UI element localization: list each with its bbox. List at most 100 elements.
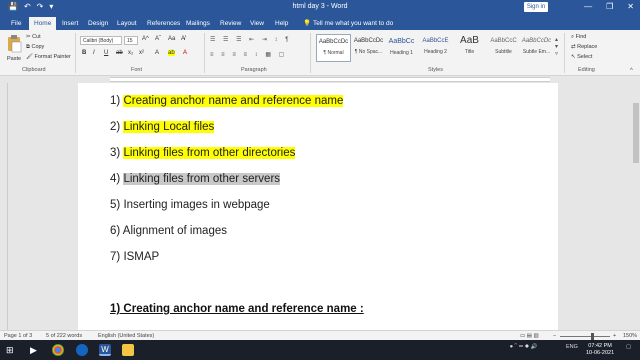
- list-buttons[interactable]: ☰ ☰ ☰ ⇤ ⇥ ↕ ¶: [210, 36, 291, 43]
- text-effects-icon[interactable]: A: [155, 50, 159, 56]
- change-case-icon[interactable]: Aa: [168, 36, 175, 42]
- style-sample: AaBbCcE: [422, 38, 449, 44]
- shrink-font-icon[interactable]: Aˇ: [155, 36, 161, 42]
- tab-file[interactable]: File: [6, 17, 26, 30]
- clock[interactable]: 07:42 PM 10-06-2021: [586, 343, 614, 357]
- styles-scroll-icon[interactable]: ▴ ▾ ▿: [555, 36, 558, 57]
- tell-me-search[interactable]: Tell me what you want to do: [308, 17, 398, 30]
- item-number: 5): [110, 199, 121, 211]
- notifications-icon[interactable]: ▢: [626, 344, 631, 350]
- list-item[interactable]: 4) Linking files from other servers: [110, 173, 281, 185]
- scrollbar-thumb[interactable]: [633, 103, 639, 163]
- file-explorer-icon[interactable]: [122, 344, 134, 356]
- tab-insert[interactable]: Insert: [57, 17, 83, 30]
- editing-group-label: Editing: [578, 67, 595, 73]
- zoom-level[interactable]: 150%: [623, 333, 637, 339]
- section-heading[interactable]: 1) Creating anchor name and reference na…: [110, 303, 364, 315]
- list-item[interactable]: 3) Linking files from other directories: [110, 147, 296, 159]
- format-painter-button[interactable]: 🖌 Format Painter: [26, 54, 71, 60]
- read-mode-icon[interactable]: ▭ ▤ ▥: [520, 333, 539, 339]
- paste-button[interactable]: [6, 34, 22, 56]
- list-item[interactable]: 7) ISMAP: [110, 251, 159, 263]
- find-button[interactable]: ⌕ Find: [571, 34, 586, 41]
- windows-start-icon[interactable]: ⊞: [6, 344, 18, 356]
- document-page[interactable]: 1) Creating anchor name and reference na…: [78, 83, 558, 330]
- edge-icon[interactable]: [76, 344, 88, 356]
- strikethrough-button[interactable]: ab: [116, 50, 123, 56]
- bold-button[interactable]: B: [82, 50, 86, 56]
- collapse-ribbon-icon[interactable]: ^: [630, 68, 633, 74]
- word-icon[interactable]: W: [99, 344, 111, 356]
- language-status[interactable]: English (United States): [98, 333, 154, 339]
- taskbar: ⊞ ▶ W ⏺ ⌃ ▭ ◆ 🔊 ENG 07:42 PM 10-06-2021 …: [0, 340, 640, 360]
- tab-design[interactable]: Design: [83, 17, 113, 30]
- brush-icon: 🖌: [26, 54, 35, 60]
- highlight-color-icon[interactable]: ab: [168, 50, 175, 56]
- separator: [75, 33, 76, 73]
- list-item[interactable]: 2) Linking Local files: [110, 121, 215, 133]
- media-player-icon[interactable]: ▶: [30, 344, 42, 356]
- tab-mailings[interactable]: Mailings: [181, 17, 215, 30]
- signin-button[interactable]: Sign in: [524, 2, 548, 12]
- word-count[interactable]: 5 of 222 words: [46, 333, 82, 339]
- style-no-spacing[interactable]: AaBbCcDc ¶ No Spac...: [351, 34, 386, 62]
- separator: [204, 33, 205, 73]
- tab-references[interactable]: References: [142, 17, 185, 30]
- style-title[interactable]: AaB Title: [452, 34, 487, 62]
- restore-button[interactable]: ❐: [606, 2, 613, 11]
- replace-button[interactable]: ⇄ Replace: [571, 44, 597, 50]
- copy-button[interactable]: ⧉ Copy: [26, 44, 44, 51]
- italic-button[interactable]: I: [93, 50, 95, 56]
- minimize-button[interactable]: —: [584, 2, 592, 11]
- subscript-button[interactable]: x₂: [128, 50, 133, 56]
- style-heading-1[interactable]: AaBbCc Heading 1: [384, 34, 419, 62]
- paragraph-group-label: Paragraph: [241, 67, 267, 73]
- font-name-select[interactable]: Calibri (Body): [80, 36, 122, 45]
- item-number: 2): [110, 121, 121, 133]
- title-bar: 💾 ↶ ↷ ▾ html day 3 - Word Sign in — ❐ ✕: [0, 0, 640, 15]
- tab-review[interactable]: Review: [215, 17, 246, 30]
- cut-button[interactable]: ✂ Cut: [26, 34, 41, 40]
- close-button[interactable]: ✕: [627, 2, 634, 11]
- grow-font-icon[interactable]: A^: [142, 36, 149, 42]
- ribbon: Paste ✂ Cut ⧉ Copy 🖌 Format Painter Clip…: [0, 30, 640, 76]
- font-size-select[interactable]: 15: [124, 36, 138, 45]
- zoom-slider[interactable]: [560, 336, 610, 337]
- style-subtle-emphasis[interactable]: AaBbCcDc Subtle Em...: [519, 34, 554, 62]
- list-item[interactable]: 5) Inserting images in webpage: [110, 199, 270, 211]
- chrome-icon[interactable]: [52, 344, 64, 356]
- style-heading-2[interactable]: AaBbCcE Heading 2: [418, 34, 453, 62]
- underline-button[interactable]: U: [104, 50, 108, 56]
- clear-format-icon[interactable]: A̸: [181, 36, 185, 42]
- superscript-button[interactable]: x²: [139, 50, 144, 56]
- font-color-icon[interactable]: A: [183, 50, 187, 56]
- select-button[interactable]: ↖ Select: [571, 54, 592, 60]
- tab-help[interactable]: Help: [270, 17, 293, 30]
- zoom-out-button[interactable]: −: [553, 333, 556, 339]
- vertical-scrollbar[interactable]: [632, 83, 640, 330]
- zoom-in-button[interactable]: +: [613, 333, 616, 339]
- select-label: Select: [577, 54, 593, 60]
- style-subtitle[interactable]: AaBbCcC Subtitle: [486, 34, 521, 62]
- tab-home[interactable]: Home: [29, 17, 57, 30]
- list-item[interactable]: 1) Creating anchor name and reference na…: [110, 95, 344, 107]
- time: 07:42 PM: [588, 343, 612, 349]
- format-painter-label: Format Painter: [34, 54, 71, 60]
- status-bar: Page 1 of 3 5 of 222 words English (Unit…: [0, 330, 640, 340]
- style-normal[interactable]: AaBbCcDc ¶ Normal: [316, 34, 351, 62]
- paste-label[interactable]: Paste: [7, 56, 21, 62]
- tab-view[interactable]: View: [245, 17, 269, 30]
- style-name: Title: [464, 49, 475, 55]
- item-text: Alignment of images: [122, 225, 227, 237]
- system-tray-icons[interactable]: ⏺ ⌃ ▭ ◆ 🔊: [510, 344, 537, 351]
- item-number: 3): [110, 147, 121, 159]
- page-count[interactable]: Page 1 of 3: [4, 333, 32, 339]
- list-item[interactable]: 6) Alignment of images: [110, 225, 227, 237]
- align-buttons[interactable]: ≡ ≡ ≡ ≡ ↕ ▦ ▢: [210, 51, 287, 58]
- input-language[interactable]: ENG: [566, 344, 578, 350]
- item-number: 6): [110, 225, 121, 237]
- ruler-bar[interactable]: [110, 77, 550, 82]
- tab-layout[interactable]: Layout: [112, 17, 142, 30]
- style-sample: AaB: [460, 35, 479, 46]
- zoom-slider-knob[interactable]: [591, 333, 594, 340]
